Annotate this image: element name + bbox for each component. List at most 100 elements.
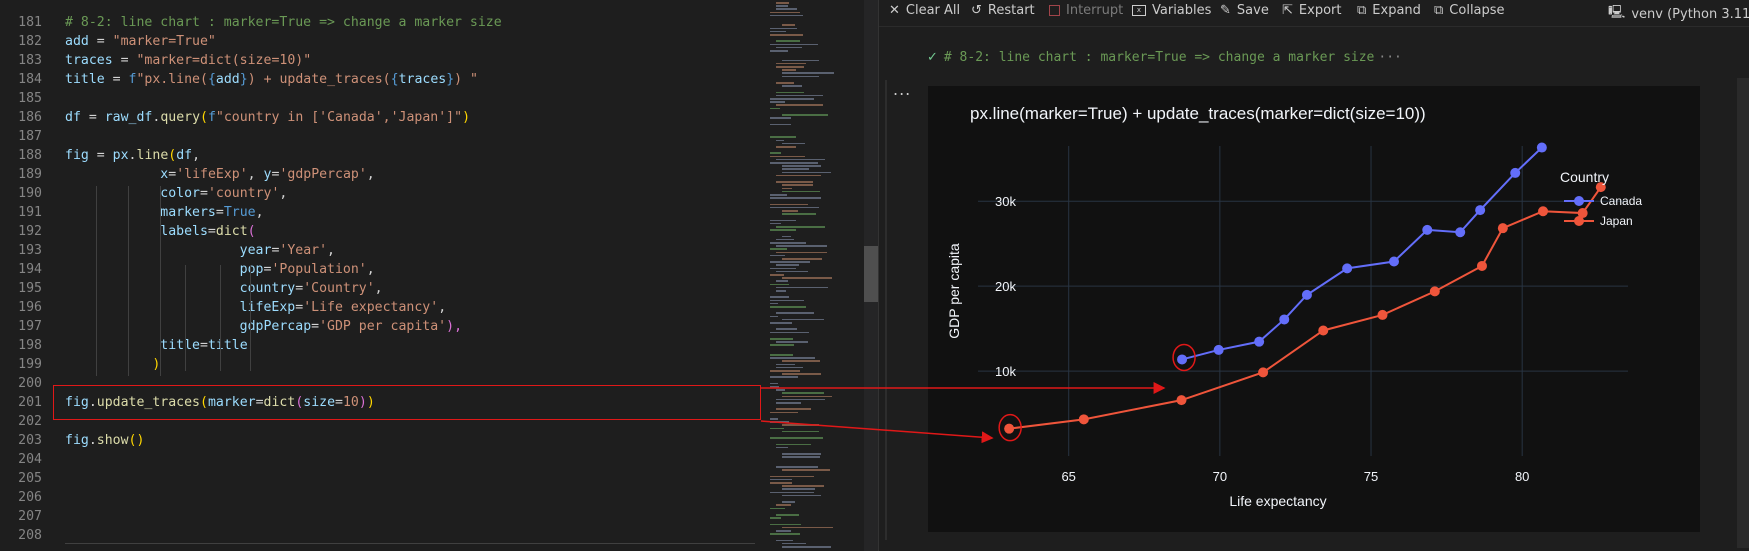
minimap-line — [770, 242, 807, 244]
minimap-line — [770, 162, 819, 164]
expand-icon: ⧉ — [1357, 3, 1367, 18]
expand-button[interactable]: ⧉ Expand — [1357, 3, 1421, 18]
code-line[interactable]: 193 year='Year', — [0, 241, 760, 260]
code-token: ( — [200, 110, 208, 125]
code-line[interactable]: 182 add = "marker=True" — [0, 32, 760, 51]
code-token: = — [295, 281, 304, 296]
minimap-line — [770, 155, 806, 158]
line-number: 184 — [18, 72, 42, 87]
code-token: 'Year' — [279, 243, 328, 258]
code-line[interactable]: 195 country='Country', — [0, 279, 760, 298]
code-line[interactable]: 181 # 8-2: line chart : marker=True => ch… — [0, 13, 760, 32]
output-scrollbar[interactable] — [1737, 78, 1749, 548]
code-line[interactable]: 204 — [0, 450, 760, 469]
code-token: , — [366, 167, 375, 182]
save-button[interactable]: ✎ Save — [1220, 3, 1269, 18]
indent-guide — [160, 186, 161, 376]
data-point-canada — [1301, 289, 1312, 300]
minimap-line — [782, 360, 821, 362]
code-token: ) " — [454, 72, 478, 87]
code-text: markers=True, — [65, 203, 263, 222]
minimap-line — [770, 34, 803, 36]
code-token: 'Life expectancy' — [303, 300, 439, 315]
plotly-chart[interactable]: 65 70 75 80 10k 20k 30k px.line(marker=True) + … — [928, 86, 1700, 532]
code-line[interactable]: 199 ) — [0, 355, 760, 374]
minimap-line — [776, 504, 791, 506]
minimap-line — [782, 485, 825, 487]
collapse-button[interactable]: ⧉ Collapse — [1434, 3, 1505, 18]
code-line[interactable]: 198 title=title — [0, 336, 760, 355]
minimap-line — [770, 299, 805, 302]
code-token: = — [295, 300, 304, 315]
code-line[interactable]: 207 — [0, 507, 760, 526]
data-point-canada — [1422, 224, 1433, 235]
code-token: title — [160, 338, 200, 353]
minimap-line — [770, 261, 810, 263]
code-token: year — [239, 243, 272, 258]
code-line[interactable]: 191 markers=True, — [0, 203, 760, 222]
more-icon: ··· — [1378, 50, 1402, 65]
code-line[interactable]: 183 traces = "marker=dict(size=10)" — [0, 51, 760, 70]
code-token: px — [112, 148, 129, 163]
code-line[interactable]: 190 color='country', — [0, 184, 760, 203]
code-text: ) — [65, 355, 160, 374]
code-line[interactable]: 206 — [0, 488, 760, 507]
clear-all-button[interactable]: ✕ Clear All — [889, 3, 960, 18]
minimap-line — [770, 344, 794, 346]
minimap-line — [776, 82, 794, 84]
code-line[interactable]: 196 lifeExp='Life expectancy', — [0, 298, 760, 317]
minimap-line — [770, 354, 793, 356]
line-number: 183 — [18, 53, 42, 68]
restart-button[interactable]: ↺ Restart — [971, 3, 1035, 18]
code-token: 'lifeExp' — [176, 167, 248, 182]
output-rail — [885, 80, 887, 540]
minimap-line — [782, 318, 824, 321]
code-token: country — [239, 281, 296, 296]
cell-header[interactable]: ✓ # 8-2: line chart : marker=True => chan… — [927, 50, 1402, 65]
line-number: 190 — [18, 186, 42, 201]
minimap-line — [776, 104, 824, 106]
kernel-picker[interactable]: 🖳 venv (Python 3.11.1) — [1608, 3, 1749, 25]
editor-bottom-line — [65, 543, 755, 544]
code-token: = — [80, 110, 105, 125]
output-menu-button[interactable]: ... — [893, 80, 911, 99]
code-token: raw_df — [104, 110, 153, 125]
code-line[interactable]: 197 gdpPercap='GDP per capita'), — [0, 317, 760, 336]
minimap-line — [776, 139, 785, 142]
minimap-line — [776, 146, 797, 148]
minimap-line — [770, 11, 801, 14]
code-token: title — [65, 72, 105, 87]
legend-title: Country — [1560, 169, 1609, 185]
editor-scrollbar-thumb[interactable] — [864, 246, 878, 302]
minimap-line — [782, 114, 828, 116]
export-button[interactable]: ⇱ Export — [1282, 3, 1341, 18]
code-line[interactable]: 203 fig.show() — [0, 431, 760, 450]
code-token: "country in ['Canada','Japan']" — [215, 110, 463, 125]
line-number: 206 — [18, 490, 42, 505]
interrupt-button[interactable]: Interrupt — [1049, 3, 1123, 18]
code-line[interactable]: 194 pop='Population', — [0, 260, 760, 279]
variables-icon: x — [1132, 5, 1146, 16]
variables-button[interactable]: x Variables — [1132, 3, 1211, 18]
minimap-line — [776, 94, 824, 97]
minimap[interactable] — [768, 0, 863, 551]
minimap-line — [770, 50, 789, 52]
minimap-line — [776, 363, 796, 366]
code-line[interactable]: 187 — [0, 127, 760, 146]
code-line[interactable]: 189 x='lifeExp', y='gdpPercap', — [0, 165, 760, 184]
data-point-canada — [1475, 205, 1486, 216]
code-line[interactable]: 192 labels=dict( — [0, 222, 760, 241]
chart-title: px.line(marker=True) + update_traces(mar… — [970, 104, 1426, 123]
code-editor[interactable]: 181 # 8-2: line chart : marker=True => ch… — [0, 0, 768, 551]
code-line[interactable]: 185 — [0, 89, 760, 108]
code-line[interactable]: 188 fig = px.line(df, — [0, 146, 760, 165]
code-token: = — [311, 319, 320, 334]
code-line[interactable]: 186 df = raw_df.query(f"country in ['Cana… — [0, 108, 760, 127]
code-token: = — [199, 338, 208, 353]
code-line[interactable]: 184 title = f"px.line({add}) + update_tra… — [0, 70, 760, 89]
code-text: df = raw_df.query(f"country in ['Canada'… — [65, 108, 470, 127]
line-number: 182 — [18, 34, 42, 49]
code-line[interactable]: 205 — [0, 469, 760, 488]
